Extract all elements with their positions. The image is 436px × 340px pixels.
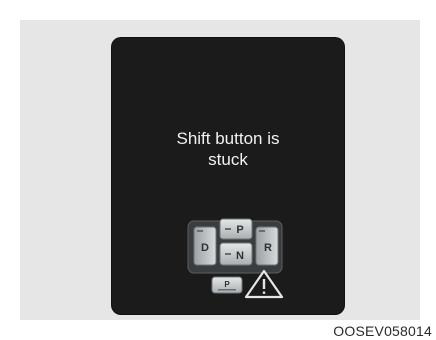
reverse-button: R — [255, 226, 279, 266]
neutral-button: N — [219, 242, 253, 266]
shift-button-panel-icon: D R P N P — [187, 218, 284, 299]
warning-triangle-icon — [244, 269, 284, 299]
warning-message: Shift button is stuck — [112, 128, 344, 170]
warning-message-line-2: stuck — [208, 150, 248, 169]
figure-frame: Shift button is stuck D R P N P OOSEV058… — [0, 0, 436, 340]
reverse-button-label: R — [264, 242, 272, 254]
neutral-button-label: N — [236, 250, 244, 262]
drive-button: D — [193, 226, 217, 266]
park-button: P — [219, 218, 253, 240]
warning-message-line-1: Shift button is — [176, 129, 280, 148]
park-button-label: P — [236, 224, 243, 236]
p-release-button-label: P — [224, 280, 230, 289]
cluster-display: Shift button is stuck D R P N P — [112, 38, 344, 314]
figure-code: OOSEV058014 — [333, 323, 432, 339]
drive-button-label: D — [201, 242, 209, 254]
p-release-button: P — [211, 276, 243, 294]
